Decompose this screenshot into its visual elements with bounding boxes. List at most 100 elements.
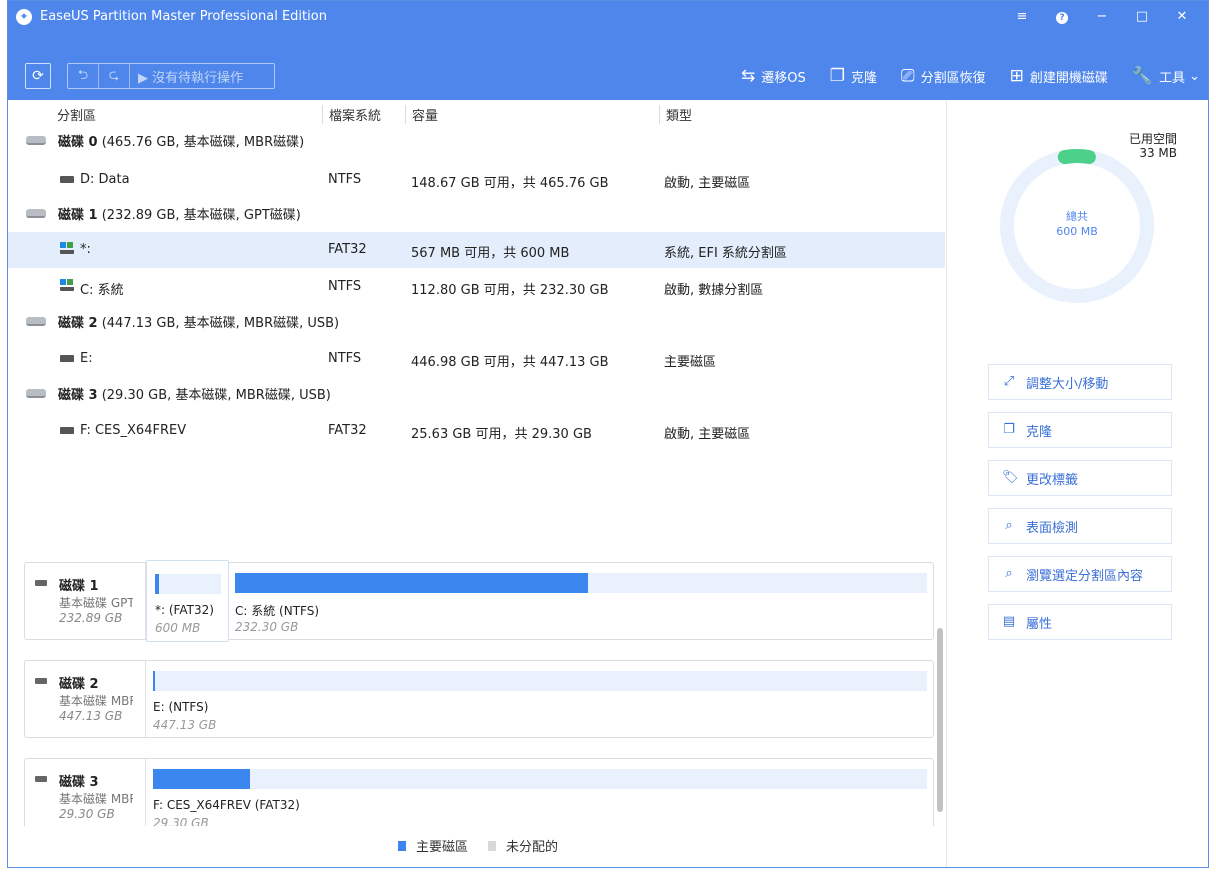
segment-label: F: CES_X64FREV (FAT32) bbox=[153, 798, 300, 812]
refresh-button[interactable]: ⟳ bbox=[25, 63, 51, 89]
help-icon: ? bbox=[1056, 12, 1068, 24]
legend-primary-label: 主要磁區 bbox=[416, 840, 469, 855]
legend-primary-swatch bbox=[398, 840, 406, 851]
chevron-down-icon: ⌄ bbox=[1189, 68, 1200, 84]
partition-capacity: 112.80 GB 可用，共 232.30 GB bbox=[411, 283, 609, 298]
partition-type: 啟動, 主要磁區 bbox=[664, 427, 751, 442]
minimize-button[interactable]: − bbox=[1082, 5, 1122, 29]
col-filesystem[interactable]: 檔案系統 bbox=[322, 105, 381, 124]
clone-icon: ❐ bbox=[829, 65, 845, 86]
partition-row-efi[interactable]: *: FAT32 567 MB 可用，共 600 MB 系統, EFI 系統分割… bbox=[8, 232, 945, 268]
diskmap-scrollbar[interactable] bbox=[936, 556, 944, 826]
app-logo-icon: ✦ bbox=[16, 9, 32, 25]
disk-icon bbox=[35, 678, 47, 684]
clone-partition-button[interactable]: ❐ 克隆 bbox=[988, 412, 1172, 448]
operation-list: ⤢ 調整大小/移動 ❐ 克隆 🏷 更改標籤 ⌕ 表面檢測 ⌕ 瀏覽選定分割區內容… bbox=[988, 364, 1173, 652]
segment-size: 600 MB bbox=[155, 621, 201, 635]
diskmap-segment-f[interactable]: F: CES_X64FREV (FAT32) 29.30 GB bbox=[153, 759, 929, 826]
explore-partition-button[interactable]: ⌕ 瀏覽選定分割區內容 bbox=[988, 556, 1172, 592]
diskmap-segment-efi[interactable]: *: (FAT32) 600 MB bbox=[146, 560, 229, 642]
partition-fs: FAT32 bbox=[328, 242, 367, 257]
pending-ops-group: ⮌ ⮎ ▶ 沒有待執行操作 bbox=[67, 63, 275, 89]
recovery-icon: ⎚ bbox=[901, 65, 915, 86]
redo-button[interactable]: ⮎ bbox=[99, 64, 130, 88]
change-label-button[interactable]: 🏷 更改標籤 bbox=[988, 460, 1172, 496]
partition-name: E: bbox=[80, 351, 93, 366]
partition-row-d[interactable]: D: Data NTFS 148.67 GB 可用，共 465.76 GB 啟動… bbox=[8, 162, 945, 198]
toolbar: ⟳ ⮌ ⮎ ▶ 沒有待執行操作 ⇆ 遷移OS ❐ 克隆 ⎚ 分割區恢復 ⊞ 創建… bbox=[8, 55, 1208, 93]
tools-dropdown[interactable]: 🔧 工具 ⌄ bbox=[1132, 67, 1200, 86]
partition-row-f[interactable]: F: CES_X64FREV FAT32 25.63 GB 可用，共 29.30… bbox=[8, 413, 945, 449]
clone-label: 克隆 bbox=[851, 70, 878, 86]
window-title: EaseUS Partition Master Professional Edi… bbox=[40, 9, 327, 24]
diskmap-segment-c[interactable]: C: 系統 (NTFS) 232.30 GB bbox=[235, 563, 929, 639]
disk-name: 磁碟 0 bbox=[58, 135, 98, 150]
migrate-os-button[interactable]: ⇆ 遷移OS bbox=[741, 67, 806, 86]
partition-row-e[interactable]: E: NTFS 446.98 GB 可用，共 447.13 GB 主要磁區 bbox=[8, 341, 945, 377]
windows-partition-icon bbox=[60, 242, 74, 254]
used-space-label: 已用空間 bbox=[1128, 132, 1177, 146]
surface-test-button[interactable]: ⌕ 表面檢測 bbox=[988, 508, 1172, 544]
diskmap-card-disk3: 磁碟 3 基本磁碟 MBR 29.30 GB F: CES_X64FREV (F… bbox=[24, 758, 934, 826]
diskmap-disk-type: 基本磁碟 GPT bbox=[59, 596, 133, 610]
close-button[interactable]: ✕ bbox=[1162, 5, 1202, 29]
partition-table: 分割區 檔案系統 容量 類型 磁碟 0 (465.76 GB, 基本磁碟, MB… bbox=[8, 100, 945, 550]
usage-bar bbox=[153, 671, 927, 691]
properties-button[interactable]: ▤ 屬性 bbox=[988, 604, 1172, 640]
op-label: 表面檢測 bbox=[1026, 520, 1079, 536]
partition-capacity: 446.98 GB 可用，共 447.13 GB bbox=[411, 355, 609, 370]
partition-capacity: 148.67 GB 可用，共 465.76 GB bbox=[411, 176, 609, 191]
partition-row-c[interactable]: C: 系統 NTFS 112.80 GB 可用，共 232.30 GB 啟動, … bbox=[8, 269, 945, 305]
partition-fs: NTFS bbox=[328, 279, 362, 294]
tag-icon: 🏷 bbox=[1002, 470, 1019, 485]
segment-label: E: (NTFS) bbox=[153, 700, 209, 714]
segment-label: C: 系統 (NTFS) bbox=[235, 604, 320, 618]
maximize-button[interactable]: □ bbox=[1122, 5, 1162, 29]
resize-move-button[interactable]: ⤢ 調整大小/移動 bbox=[988, 364, 1172, 400]
clone-button[interactable]: ❐ 克隆 bbox=[830, 67, 877, 86]
partition-recovery-button[interactable]: ⎚ 分割區恢復 bbox=[901, 67, 986, 86]
legend-unallocated-swatch bbox=[488, 840, 497, 851]
partition-type: 啟動, 數據分割區 bbox=[664, 283, 764, 298]
diskmap-disk-info[interactable]: 磁碟 3 基本磁碟 MBR 29.30 GB bbox=[25, 759, 146, 826]
usage-bar-fill bbox=[235, 573, 588, 593]
op-label: 克隆 bbox=[1026, 424, 1053, 440]
execute-pending-button[interactable]: ▶ 沒有待執行操作 bbox=[130, 67, 243, 86]
clone-icon: ❐ bbox=[1003, 422, 1015, 437]
usage-bar-fill bbox=[155, 574, 159, 594]
disk-row-0[interactable]: 磁碟 0 (465.76 GB, 基本磁碟, MBR磁碟) bbox=[8, 128, 945, 164]
window-controls: ≡ ? − □ ✕ bbox=[1002, 5, 1202, 29]
undo-button[interactable]: ⮌ bbox=[68, 64, 99, 88]
legend-primary: 主要磁區 bbox=[398, 836, 468, 855]
col-type[interactable]: 類型 bbox=[659, 105, 692, 124]
diskmap-disk-name: 磁碟 2 bbox=[59, 677, 99, 692]
diskmap-disk-info[interactable]: 磁碟 1 基本磁碟 GPT 232.89 GB bbox=[25, 563, 146, 639]
disk-name: 磁碟 2 bbox=[58, 316, 98, 331]
partition-type: 啟動, 主要磁區 bbox=[664, 176, 751, 191]
op-label: 瀏覽選定分割區內容 bbox=[1026, 568, 1144, 584]
help-button[interactable]: ? bbox=[1042, 5, 1082, 29]
hard-disk-icon bbox=[26, 209, 46, 218]
diskmap-segment-e[interactable]: E: (NTFS) 447.13 GB bbox=[153, 661, 929, 737]
scrollbar-thumb[interactable] bbox=[937, 628, 943, 812]
diskmap-disk-info[interactable]: 磁碟 2 基本磁碟 MBR 447.13 GB bbox=[25, 661, 146, 737]
header-band: ✦ EaseUS Partition Master Professional E… bbox=[8, 1, 1208, 100]
col-partition[interactable]: 分割區 bbox=[51, 105, 96, 124]
legend-unallocated: 未分配的 bbox=[488, 836, 558, 855]
menu-icon[interactable]: ≡ bbox=[1002, 5, 1042, 29]
usage-bar bbox=[235, 573, 927, 593]
disk-row-2[interactable]: 磁碟 2 (447.13 GB, 基本磁碟, MBR磁碟, USB) bbox=[8, 309, 945, 345]
diskmap-disk-name: 磁碟 3 bbox=[59, 775, 99, 790]
diskmap-card-disk1: 磁碟 1 基本磁碟 GPT 232.89 GB *: (FAT32) 600 M… bbox=[24, 560, 934, 642]
diskmap-disk-type: 基本磁碟 MBR bbox=[59, 792, 133, 806]
usage-bar bbox=[155, 574, 221, 594]
properties-icon: ▤ bbox=[1002, 614, 1016, 629]
segment-size: 232.30 GB bbox=[235, 620, 299, 634]
col-capacity[interactable]: 容量 bbox=[405, 105, 438, 124]
diskmap-disk-type: 基本磁碟 MBR bbox=[59, 694, 133, 708]
disk-row-3[interactable]: 磁碟 3 (29.30 GB, 基本磁碟, MBR磁碟, USB) bbox=[8, 381, 945, 417]
disk-map: 磁碟 1 基本磁碟 GPT 232.89 GB *: (FAT32) 600 M… bbox=[24, 556, 936, 826]
op-label: 調整大小/移動 bbox=[1026, 376, 1109, 392]
create-bootable-disk-button[interactable]: ⊞ 創建開機磁碟 bbox=[1010, 67, 1108, 86]
diskmap-disk-size: 232.89 GB bbox=[59, 611, 123, 625]
